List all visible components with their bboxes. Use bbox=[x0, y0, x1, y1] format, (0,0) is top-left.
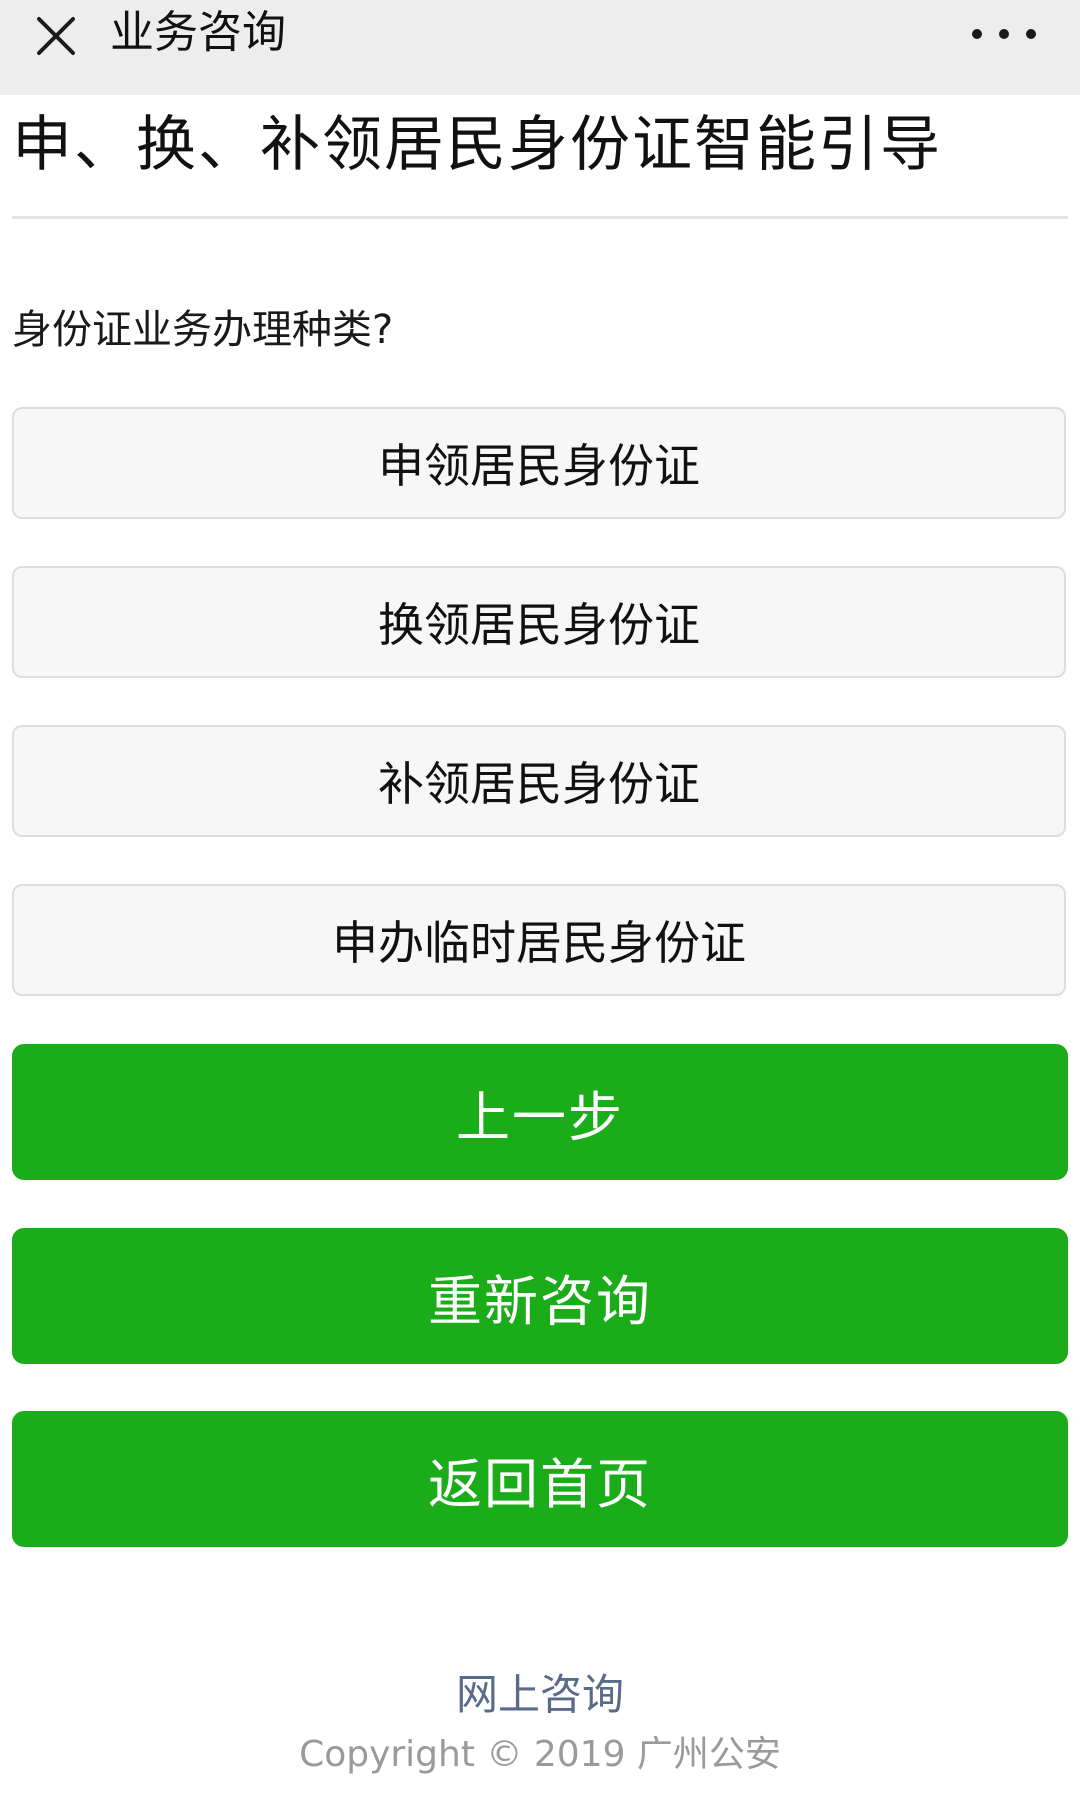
more-dots-icon bbox=[972, 29, 982, 39]
top-navbar: 业务咨询 bbox=[0, 0, 1080, 95]
option-reissue-id-card[interactable]: 补领居民身份证 bbox=[12, 725, 1066, 837]
option-apply-id-card[interactable]: 申领居民身份证 bbox=[12, 407, 1066, 519]
title-divider bbox=[12, 216, 1068, 219]
close-button[interactable] bbox=[28, 8, 84, 64]
previous-step-button[interactable]: 上一步 bbox=[12, 1044, 1068, 1180]
more-button[interactable] bbox=[972, 12, 1036, 56]
copyright-text: Copyright © 2019 广州公安 bbox=[299, 1734, 781, 1775]
more-dots-icon bbox=[999, 29, 1009, 39]
page: 业务咨询 申、换、补领居民身份证智能引导 身份证业务办理种类? 申领居民身份证 … bbox=[0, 0, 1080, 1804]
back-home-button[interactable]: 返回首页 bbox=[12, 1411, 1068, 1547]
restart-consult-button[interactable]: 重新咨询 bbox=[12, 1228, 1068, 1364]
navbar-title: 业务咨询 bbox=[110, 7, 286, 58]
more-dots-icon bbox=[1026, 29, 1036, 39]
close-icon bbox=[37, 17, 75, 55]
online-consult-link[interactable]: 网上咨询 bbox=[0, 1665, 1080, 1725]
question-text: 身份证业务办理种类? bbox=[12, 307, 394, 353]
option-temporary-id-card[interactable]: 申办临时居民身份证 bbox=[12, 884, 1066, 996]
page-title: 申、换、补领居民身份证智能引导 bbox=[12, 110, 942, 180]
option-renew-id-card[interactable]: 换领居民身份证 bbox=[12, 566, 1066, 678]
